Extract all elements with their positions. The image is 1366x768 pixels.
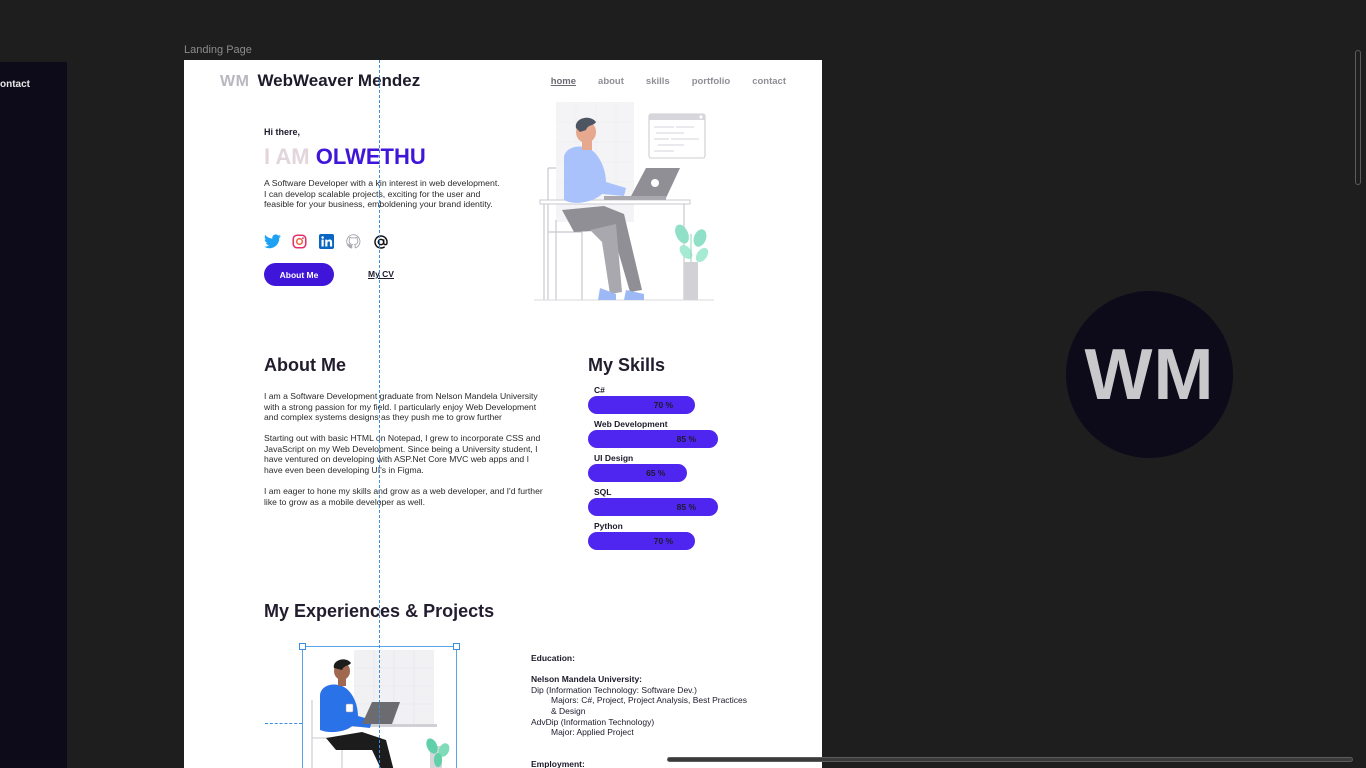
skill-name: SQL (594, 487, 612, 497)
skill-item: C# 70 % (588, 385, 748, 419)
skill-track: 70 % (588, 532, 741, 550)
social-links (264, 233, 389, 250)
skill-name: Python (594, 521, 623, 531)
skill-bar: 85 % (588, 498, 719, 516)
resize-handle[interactable] (453, 643, 460, 650)
about-paragraph: I am eager to hone my skills and grow as… (264, 486, 543, 507)
hero-title-name: OLWETHU (315, 144, 426, 169)
github-icon[interactable] (345, 233, 362, 250)
greeting: Hi there, (264, 127, 301, 137)
skill-item: Python 70 % (588, 521, 748, 555)
skill-bar: 65 % (588, 464, 688, 482)
avatar-initials: WM (1084, 334, 1215, 415)
skills-list: C# 70 % Web Development 85 % UI Design 6… (588, 385, 748, 555)
skill-name: C# (594, 385, 605, 395)
university-name: Nelson Mandela University: (531, 674, 643, 685)
skill-item: UI Design 65 % (588, 453, 748, 487)
twitter-icon[interactable] (264, 233, 281, 250)
developer-illustration (534, 102, 714, 301)
vertical-scrollbar[interactable] (1355, 50, 1361, 185)
logo-monogram: WM (220, 73, 250, 90)
skill-bar: 70 % (588, 396, 696, 414)
layout-guide-vertical (379, 60, 380, 768)
about-title: About Me (264, 355, 346, 375)
skill-track: 65 % (588, 464, 741, 482)
horizontal-scrollbar[interactable] (667, 757, 1353, 762)
at-sign-icon[interactable] (372, 233, 389, 250)
about-me-button[interactable]: About Me (264, 263, 334, 286)
nav-home[interactable]: home (551, 76, 576, 87)
skill-name: UI Design (594, 453, 634, 463)
layout-guide-horizontal (265, 723, 302, 724)
nav-contact[interactable]: contact (752, 76, 786, 87)
education-heading: Education: (531, 653, 575, 663)
skill-track: 70 % (588, 396, 741, 414)
diploma-majors: Majors: C#, Project, Project Analysis, B… (551, 695, 748, 716)
nav-skills[interactable]: skills (646, 76, 670, 87)
skill-track: 85 % (588, 430, 741, 448)
left-panel-text: ontact (0, 79, 30, 90)
diploma: Dip (Information Technology: Software De… (531, 684, 697, 695)
nav-bar: home about skills portfolio contact (551, 76, 786, 87)
left-panel: ontact (0, 62, 67, 768)
resize-handle[interactable] (299, 643, 306, 650)
nav-about[interactable]: about (598, 76, 624, 87)
about-paragraph: I am a Software Development graduate fro… (264, 391, 538, 423)
my-cv-link[interactable]: My CV (368, 269, 394, 279)
skill-name: Web Development (594, 419, 668, 429)
logo-name: WebWeaver Mendez (257, 71, 421, 90)
nav-portfolio[interactable]: portfolio (692, 76, 731, 87)
logo[interactable]: WM WebWeaver Mendez (220, 71, 420, 91)
advanced-diploma: AdvDip (Information Technology) (531, 716, 655, 727)
about-paragraph: Starting out with basic HTML on Notepad,… (264, 433, 541, 476)
skill-item: SQL 85 % (588, 487, 748, 521)
about-text: I am a Software Development graduate fro… (264, 391, 544, 518)
skills-title: My Skills (588, 355, 666, 375)
hero-title-prefix: I AM (264, 144, 310, 169)
instagram-icon[interactable] (291, 233, 308, 250)
frame-label[interactable]: Landing Page (184, 44, 252, 56)
skill-track: 85 % (588, 498, 741, 516)
linkedin-icon[interactable] (318, 233, 335, 250)
hero-intro: A Software Developer with a kin interest… (264, 178, 500, 209)
education-block: Education: Nelson Mandela University: Di… (531, 653, 751, 768)
skill-item: Web Development 85 % (588, 419, 748, 453)
skill-bar: 85 % (588, 430, 719, 448)
advanced-diploma-major: Major: Applied Project (551, 727, 634, 738)
hero-title: I AM OLWETHU (264, 144, 426, 170)
landing-page-frame[interactable]: WM WebWeaver Mendez home about skills po… (184, 60, 822, 768)
avatar-logo[interactable]: WM (1066, 291, 1233, 458)
skill-bar: 70 % (588, 532, 696, 550)
